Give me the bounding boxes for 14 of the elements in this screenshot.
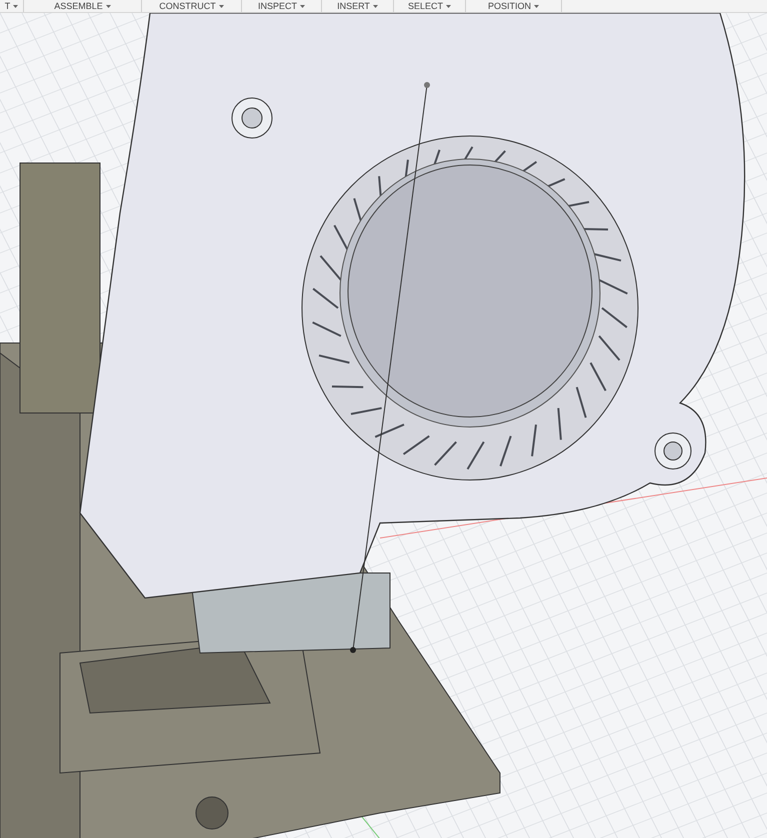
- caret-icon: [300, 4, 305, 8]
- menu-button[interactable]: ASSEMBLE: [24, 0, 142, 12]
- caret-icon: [446, 4, 451, 8]
- caret-icon: [534, 4, 539, 8]
- menu-button[interactable]: INSPECT: [242, 0, 322, 12]
- menu-button[interactable]: POSITION: [466, 0, 562, 12]
- caret-icon: [106, 4, 111, 8]
- caret-icon: [218, 4, 224, 8]
- menu-button[interactable]: CONSTRUCT: [142, 0, 242, 12]
- caret-icon: [372, 4, 378, 8]
- menu-button[interactable]: SELECT: [394, 0, 466, 12]
- menu-button[interactable]: INSERT: [322, 0, 394, 12]
- caret-icon: [13, 4, 18, 8]
- menu-button[interactable]: T: [0, 0, 24, 12]
